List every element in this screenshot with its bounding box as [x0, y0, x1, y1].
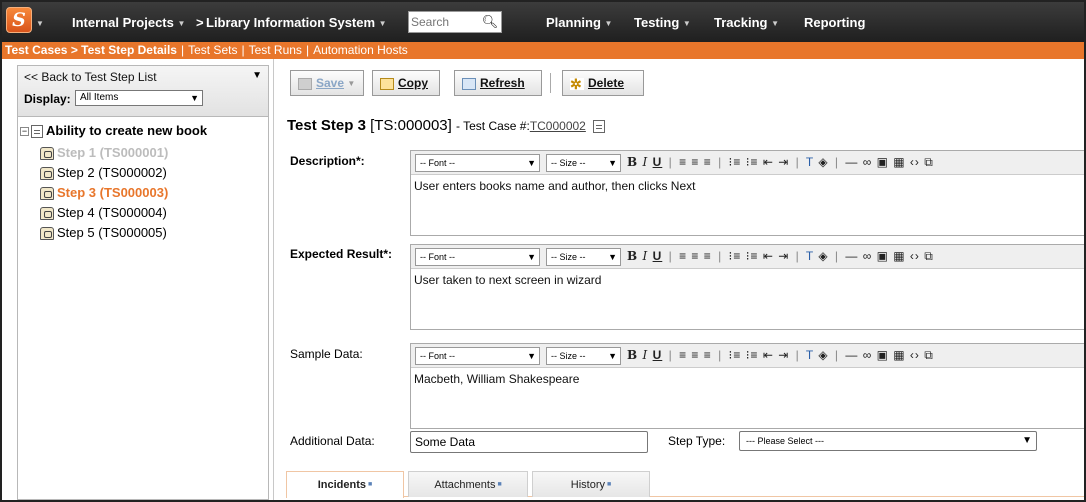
tree-item-step-3[interactable]: Step 3 (TS000003) [40, 185, 169, 201]
search-box: 🔍︎ [408, 11, 502, 33]
search-icon[interactable]: 🔍︎ [481, 13, 499, 31]
page-title: Test Step 3 [TS:000003] - Test Case #:TC… [287, 117, 608, 134]
subnav-divider: | [241, 43, 245, 57]
tab-incidents[interactable]: Incidents ■ [286, 471, 404, 498]
expected-result-editor[interactable]: -- Font -- ▼ -- Size -- ▼ B I U | ≡ ≡ ≡ | … [410, 244, 1084, 330]
additional-data-label: Additional Data: [290, 434, 375, 448]
copy-button[interactable]: Copy [372, 70, 440, 96]
refresh-icon [462, 77, 476, 90]
toolbar-divider [550, 73, 551, 93]
description-text: User enters books name and author, then … [414, 179, 696, 193]
collapse-icon[interactable]: − [20, 127, 29, 137]
step-type-label: Step Type: [668, 434, 726, 448]
sample-data-text: Macbeth, William Shakespeare [414, 372, 580, 386]
display-label: Display: [24, 92, 71, 106]
test-step-icon [40, 167, 54, 181]
formatting-buttons[interactable]: B I U | ≡ ≡ ≡ | ⁝≡ ⁝≡ ⇤ ⇥ | T ◈ | — ∞ ▣ … [627, 249, 934, 264]
subnav-test-runs[interactable]: Test Runs [249, 43, 302, 57]
refresh-button[interactable]: Refresh [454, 70, 542, 96]
tab-attachments[interactable]: Attachments ■ [408, 471, 528, 497]
step-type-value: --- Please Select --- [746, 436, 825, 446]
test-step-icon [40, 207, 54, 221]
tab-history[interactable]: History ■ [532, 471, 650, 497]
tree-root-label: Ability to create new book [46, 123, 208, 138]
subnav-divider: | [305, 43, 310, 57]
tree-item-step-1[interactable]: Step 1 (TS000001) [40, 145, 169, 161]
menu-testing[interactable]: Testing ▼ [634, 15, 691, 30]
tree-item-step-4[interactable]: Step 4 (TS000004) [40, 205, 167, 221]
subnav-test-cases[interactable]: Test Cases > Test Step Details [5, 43, 177, 57]
tree-item-label: Step 2 (TS000002) [57, 165, 167, 180]
size-select[interactable]: -- Size -- ▼ [546, 248, 621, 266]
project-selector[interactable]: Internal Projects ▼ [72, 15, 185, 30]
display-filter-select[interactable]: All Items ▼ [75, 90, 203, 106]
copy-icon [380, 77, 394, 90]
font-select[interactable]: -- Font -- ▼ [415, 347, 540, 365]
size-select[interactable]: -- Size -- ▼ [546, 154, 621, 172]
sidebar-header: << Back to Test Step List ▼ Display: All… [17, 65, 269, 117]
app-window: S ▼ Internal Projects ▼ > Library Inform… [0, 0, 1086, 502]
test-step-icon [40, 187, 54, 201]
sample-data-editor[interactable]: -- Font -- ▼ -- Size -- ▼ B I U | ≡ ≡ ≡ | … [410, 343, 1084, 429]
sidebar-dropdown-icon[interactable]: ▼ [252, 70, 262, 81]
subnav-test-sets[interactable]: Test Sets [188, 43, 237, 57]
test-case-label: - Test Case #: [456, 119, 530, 133]
chevron-down-icon: ▼ [190, 93, 199, 103]
product-selector[interactable]: Library Information System ▼ [206, 15, 387, 30]
tree-item-step-2[interactable]: Step 2 (TS000002) [40, 165, 167, 181]
formatting-buttons[interactable]: B I U | ≡ ≡ ≡ | ⁝≡ ⁝≡ ⇤ ⇥ | T ◈ | — ∞ ▣ … [627, 348, 934, 363]
tree-item-step-5[interactable]: Step 5 (TS000005) [40, 225, 167, 241]
font-select[interactable]: -- Font -- ▼ [415, 248, 540, 266]
delete-icon: ✲ [570, 77, 584, 91]
editor-toolbar: -- Font -- ▼ -- Size -- ▼ B I U | ≡ ≡ ≡ | … [411, 245, 1084, 269]
app-logo[interactable]: S [6, 7, 32, 33]
chevron-down-icon: ▼ [1022, 435, 1032, 446]
menu-planning[interactable]: Planning ▼ [546, 15, 612, 30]
editor-toolbar: -- Font -- ▼ -- Size -- ▼ B I U | ≡ ≡ ≡ | … [411, 344, 1084, 368]
test-case-icon [593, 119, 606, 133]
description-editor[interactable]: -- Font -- ▼ -- Size -- ▼ B I U | ≡ ≡ ≡ | … [410, 150, 1084, 236]
sidebar: << Back to Test Step List ▼ Display: All… [2, 59, 274, 500]
formatting-buttons[interactable]: B I U | ≡ ≡ ≡ | ⁝≡ ⁝≡ ⇤ ⇥ | T ◈ | — ∞ ▣ … [627, 155, 934, 170]
step-type-select[interactable]: --- Please Select --- ▼ [739, 431, 1037, 451]
sub-navigation-bar: Test Cases > Test Step Details | Test Sets… [2, 42, 1084, 59]
expected-result-text: User taken to next screen in wizard [414, 273, 602, 287]
menu-reporting[interactable]: Reporting [804, 15, 865, 30]
subnav-divider: | [180, 43, 185, 57]
search-input[interactable] [411, 14, 475, 30]
logo-menu-caret[interactable]: ▼ [36, 15, 44, 30]
tree-item-label: Step 4 (TS000004) [57, 205, 167, 220]
detail-tabs: Incidents ■ Attachments ■ History ■ [276, 467, 1084, 500]
test-step-icon [40, 147, 54, 161]
save-icon [298, 77, 312, 90]
display-filter-value: All Items [80, 92, 119, 103]
step-title: Test Step 3 [287, 117, 366, 134]
save-button[interactable]: Save ▼ [290, 70, 364, 96]
subnav-automation-hosts[interactable]: Automation Hosts [313, 43, 408, 57]
tree-item-label: Step 3 (TS000003) [57, 185, 169, 200]
additional-data-input[interactable] [410, 431, 648, 453]
breadcrumb-separator: > [196, 15, 204, 30]
step-tree: − Ability to create new book Step 1 (TS00… [17, 117, 269, 500]
expected-result-label: Expected Result*: [290, 247, 393, 261]
size-select[interactable]: -- Size -- ▼ [546, 347, 621, 365]
description-label: Description*: [290, 154, 365, 168]
menu-tracking[interactable]: Tracking ▼ [714, 15, 779, 30]
font-select[interactable]: -- Font -- ▼ [415, 154, 540, 172]
delete-button[interactable]: ✲ Delete [562, 70, 644, 96]
editor-toolbar: -- Font -- ▼ -- Size -- ▼ B I U | ≡ ≡ ≡ | … [411, 151, 1084, 175]
test-case-icon [31, 125, 43, 139]
tree-item-label: Step 5 (TS000005) [57, 225, 167, 240]
top-navigation-bar: S ▼ Internal Projects ▼ > Library Inform… [2, 2, 1084, 42]
back-to-list-link[interactable]: << Back to Test Step List [24, 70, 157, 84]
tree-root-test-case[interactable]: − Ability to create new book [20, 123, 208, 139]
test-case-link[interactable]: TC000002 [530, 119, 586, 133]
test-step-icon [40, 227, 54, 241]
sample-data-label: Sample Data: [290, 347, 363, 361]
step-id: [TS:000003] [370, 117, 452, 134]
tree-item-label: Step 1 (TS000001) [57, 145, 169, 160]
tabs-divider [286, 496, 1084, 497]
